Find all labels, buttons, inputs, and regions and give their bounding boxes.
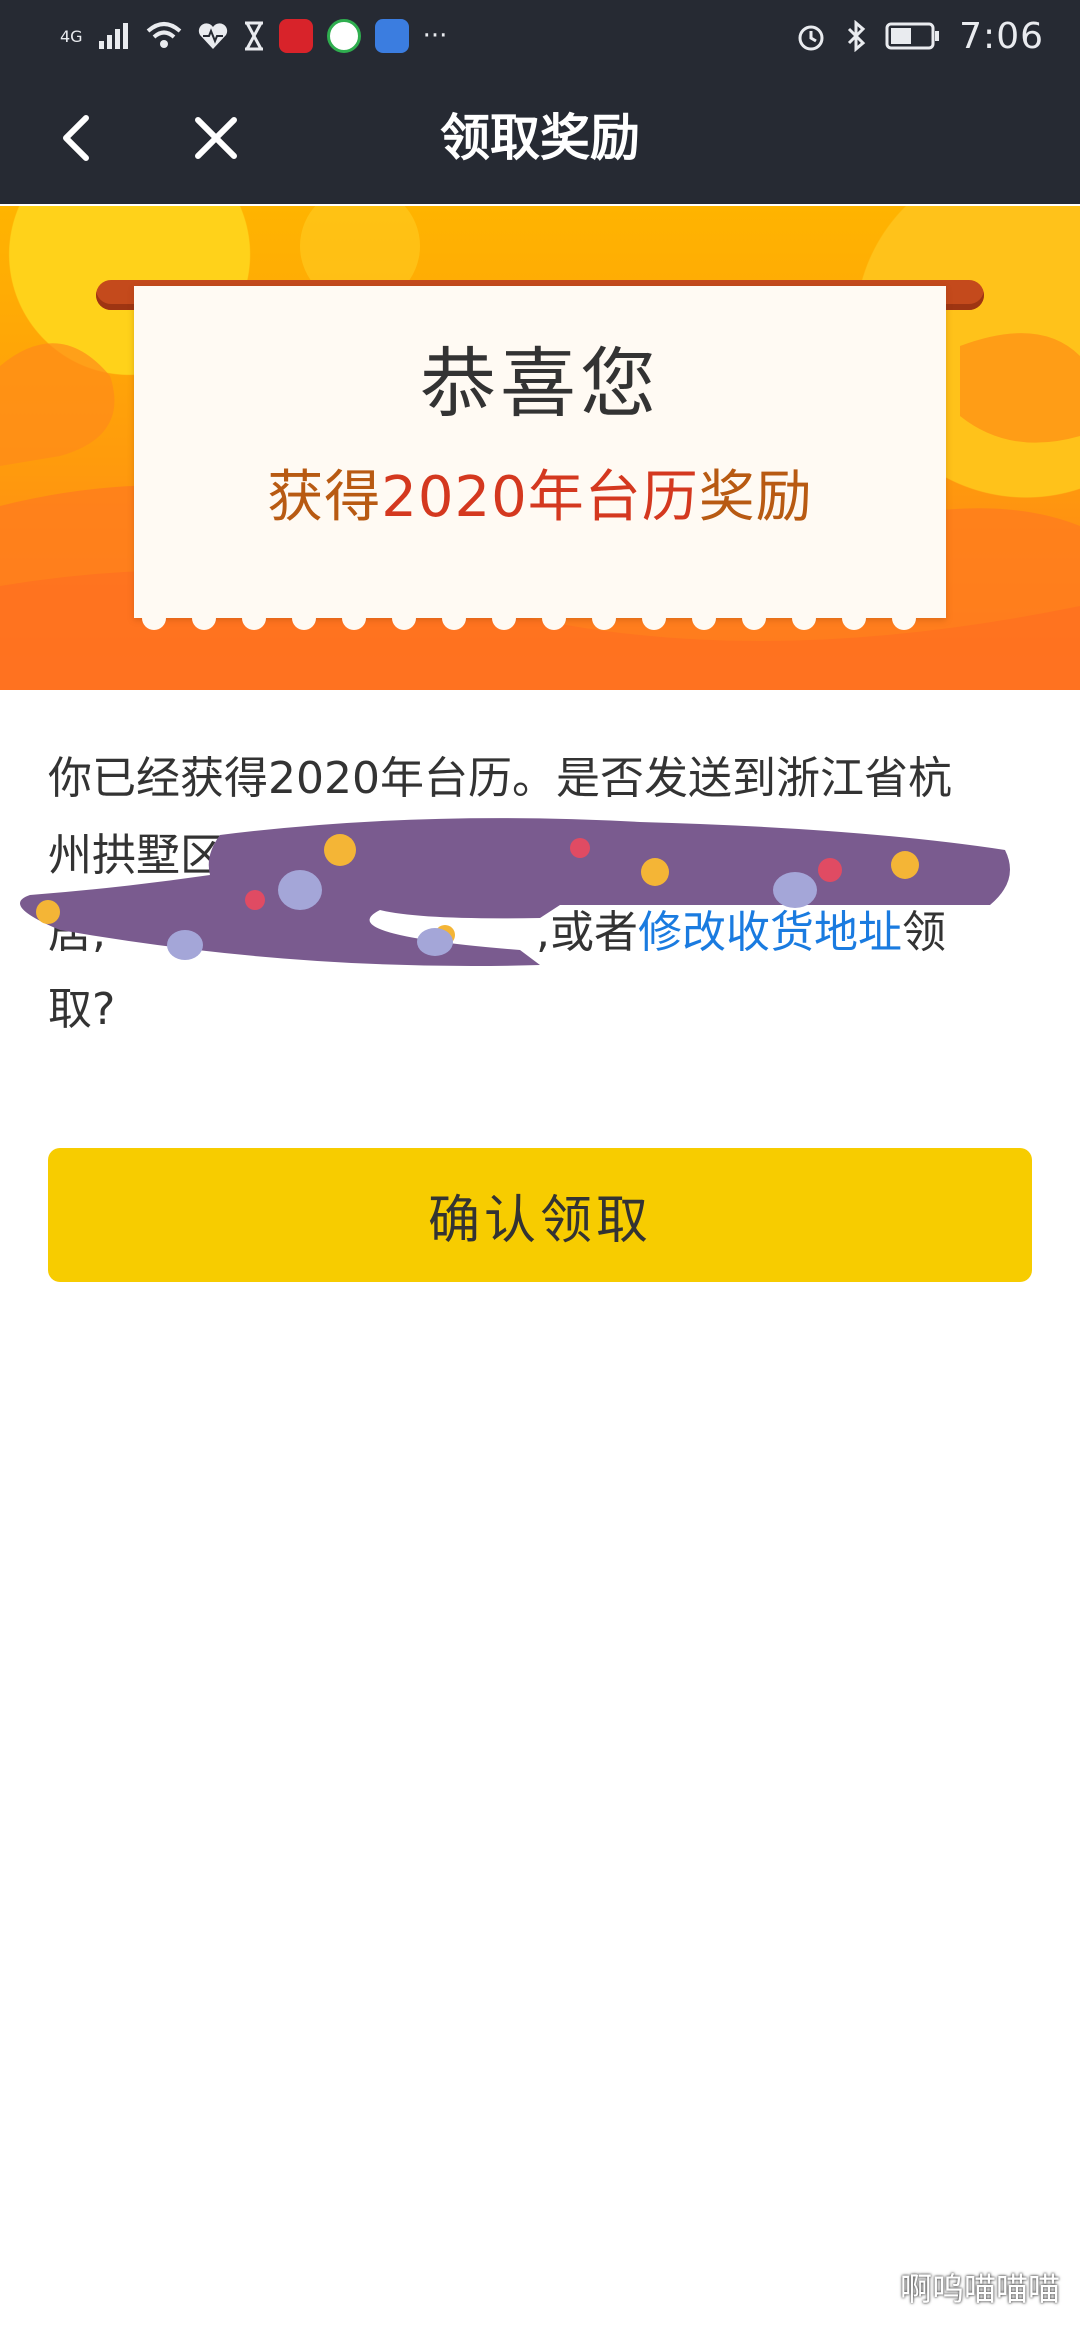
redaction-overlay bbox=[20, 818, 1010, 966]
confirm-claim-button[interactable]: 确认领取 bbox=[48, 1148, 1032, 1282]
watermark-logo-icon bbox=[854, 2269, 890, 2305]
watermark: 啊呜喵喵喵 bbox=[852, 2264, 1060, 2310]
watermark-text: 啊呜喵喵喵 bbox=[899, 2270, 1060, 2308]
